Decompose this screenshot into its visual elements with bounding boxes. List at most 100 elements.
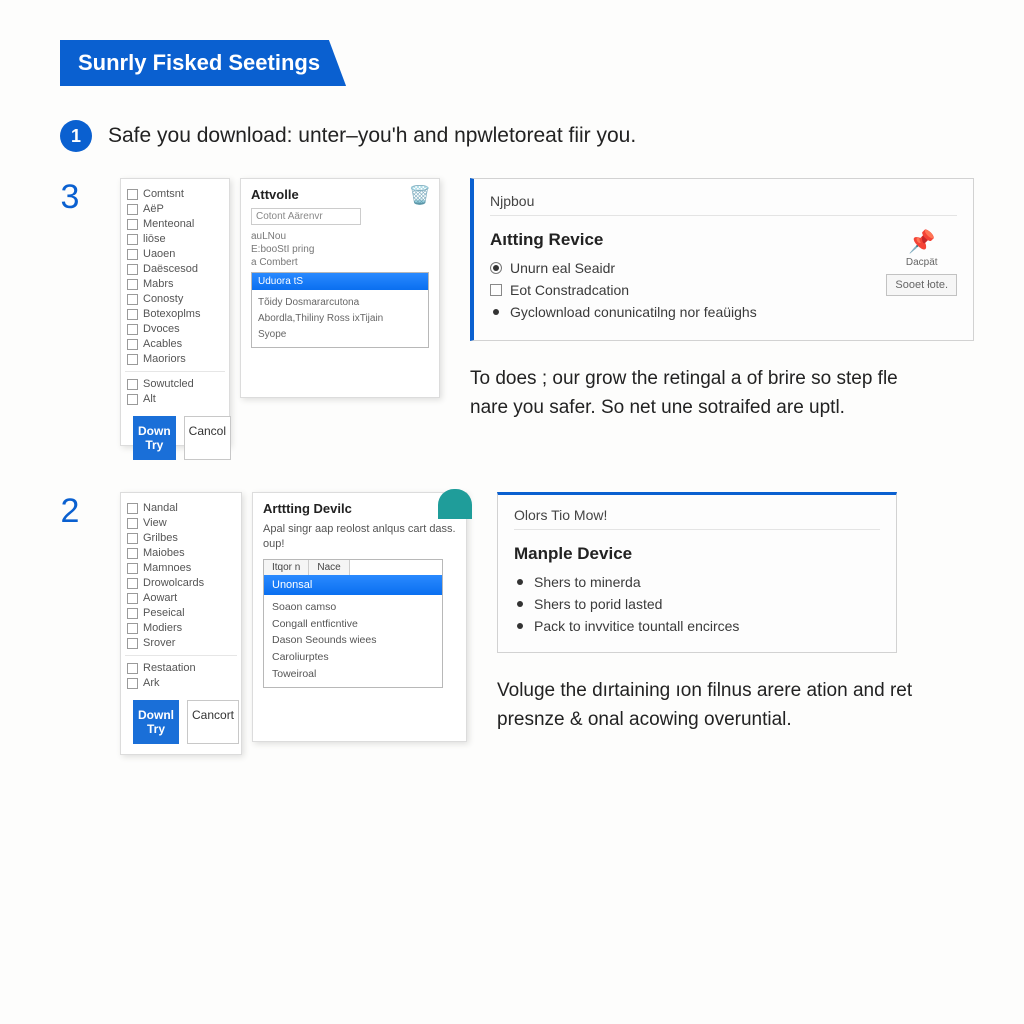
dialog3-sidebar: Comtsnt AëP Menteonal liōse Uaoen Daëscesod Ma… [120, 178, 230, 446]
pin-icon: 📌 [886, 229, 957, 255]
sidebar-item-label: Mabrs [143, 278, 174, 290]
radio-icon [490, 262, 502, 274]
step-3-block: 3 Comtsnt AëP Menteonal liōse Uaoen Daëscesod… [50, 178, 974, 446]
sidebar-item[interactable]: Modiers [127, 622, 235, 634]
option-label: Gyclownload conunicatilng nor feaüighs [510, 304, 757, 320]
sidebar-item[interactable]: Restaation [127, 662, 235, 674]
checkbox-icon [127, 294, 138, 305]
download-button[interactable]: Downl Try [133, 700, 179, 744]
callout-item: Shers to porid lasted [514, 596, 880, 612]
dropdown-option[interactable]: Congall entficntive [272, 616, 434, 633]
checkbox-icon [127, 219, 138, 230]
checkbox-icon [127, 663, 138, 674]
sidebar-item[interactable]: Aowart [127, 592, 235, 604]
sidebar-item-label: Acables [143, 338, 182, 350]
sidebar-item[interactable]: Botexoplms [127, 308, 223, 320]
step-1-row: 1 Safe you download: unter–you'h and npw… [50, 120, 974, 152]
sidebar-item[interactable]: Conosty [127, 293, 223, 305]
step-2-block: 2 Nandal View Grilbes Maiobes Mamnoes Drowolc… [50, 492, 974, 755]
checkbox-icon [127, 638, 138, 649]
sidebar-item[interactable]: Ark [127, 677, 235, 689]
callout-title: Manple Device [514, 544, 880, 564]
sidebar-item[interactable]: Drowolcards [127, 577, 235, 589]
sidebar-item-label: Daëscesod [143, 263, 198, 275]
sidebar-item[interactable]: Acables [127, 338, 223, 350]
option-label: Eot Constradcation [510, 282, 629, 298]
page-banner: Sunrly Fisked Seetings [60, 40, 346, 86]
sub-label: E:booStI pring [251, 244, 429, 255]
cancel-button[interactable]: Cancort [187, 700, 239, 744]
sidebar-item[interactable]: Nandal [127, 502, 235, 514]
sidebar-item[interactable]: Menteonal [127, 218, 223, 230]
dialog3-input[interactable]: Cotont Aärenvr [251, 208, 361, 225]
sidebar-item-label: liōse [143, 233, 166, 245]
side-button[interactable]: Sooet łote. [886, 274, 957, 296]
sidebar-item[interactable]: Peseical [127, 607, 235, 619]
sidebar-item[interactable]: Dvoces [127, 323, 223, 335]
dropdown-option[interactable]: Dason Seounds wiees [272, 632, 434, 649]
tab[interactable]: Nace [309, 560, 349, 575]
sidebar-item[interactable]: Comtsnt [127, 188, 223, 200]
dialog2-sidebar: Nandal View Grilbes Maiobes Mamnoes Drowolcar… [120, 492, 242, 755]
checkbox-icon [127, 548, 138, 559]
item-label: Shers to porid lasted [534, 596, 662, 612]
checkbox-icon [127, 204, 138, 215]
dropdown-option[interactable]: Abordla,Thiliny Ross ixTijain [258, 311, 422, 326]
dialog3-dropdown[interactable]: Uduora tS Tõidy DosmararcutonaAbordla,Th… [251, 272, 429, 348]
dropdown-option[interactable]: Soaon camso [272, 599, 434, 616]
step-3-number: 3 [50, 178, 90, 446]
sidebar-item-label: Drowolcards [143, 577, 204, 589]
dialog2-dropdown[interactable]: Itqor nNace Unonsal Soaon camsoCongall e… [263, 559, 443, 688]
sidebar-item[interactable]: Alt [127, 393, 223, 405]
bullet-icon [493, 309, 499, 315]
sidebar-item-label: AëP [143, 203, 164, 215]
checkbox-icon [127, 189, 138, 200]
sidebar-item-label: Peseical [143, 607, 185, 619]
sidebar-item[interactable]: Maoriors [127, 353, 223, 365]
checkbox-icon [127, 678, 138, 689]
checkbox-icon [127, 324, 138, 335]
sidebar-item[interactable]: Maiobes [127, 547, 235, 559]
callout-tab: Njpbou [490, 193, 957, 216]
sidebar-item[interactable]: Uaoen [127, 248, 223, 260]
dialog2-title: Arttting Devilc [263, 501, 456, 516]
dialog2-main: Arttting Devilc Apal singr aap reolost a… [252, 492, 467, 742]
dropdown-option[interactable]: Syope [258, 327, 422, 342]
sidebar-item[interactable]: Grilbes [127, 532, 235, 544]
sidebar-item[interactable]: Mamnoes [127, 562, 235, 574]
step-2-dialog: Nandal View Grilbes Maiobes Mamnoes Drowolcar… [120, 492, 467, 755]
sidebar-item-label: Srover [143, 637, 175, 649]
checkbox-icon [127, 518, 138, 529]
checkbox-icon [127, 533, 138, 544]
sidebar-item-label: Maiobes [143, 547, 185, 559]
sidebar-item[interactable]: View [127, 517, 235, 529]
sidebar-item[interactable]: liōse [127, 233, 223, 245]
checkbox-icon [127, 608, 138, 619]
item-label: Shers to minerda [534, 574, 641, 590]
checkbox-icon [127, 578, 138, 589]
step-2-number: 2 [50, 492, 90, 755]
dropdown-selected: Unonsal [264, 575, 442, 595]
step-3-paragraph: To does ; our grow the retingal a of bri… [470, 365, 940, 422]
sidebar-item-label: Modiers [143, 622, 182, 634]
step-1-number: 1 [60, 120, 92, 152]
step-2-paragraph: Voluge the dırtaining ıon filnus arere a… [497, 677, 967, 734]
sidebar-item[interactable]: Sowutcled [127, 378, 223, 390]
checkbox-icon [127, 309, 138, 320]
dropdown-option[interactable]: Caroliurptes [272, 649, 434, 666]
item-label: Pack to invvitice tountall encirces [534, 618, 739, 634]
sidebar-item-label: Nandal [143, 502, 178, 514]
sidebar-item[interactable]: Mabrs [127, 278, 223, 290]
checkbox-icon [127, 339, 138, 350]
bullet-icon [517, 623, 523, 629]
dropdown-option[interactable]: Tõidy Dosmararcutona [258, 295, 422, 310]
tab[interactable]: Itqor n [264, 560, 309, 575]
sidebar-item[interactable]: Srover [127, 637, 235, 649]
callout-option[interactable]: Gyclownload conunicatilng nor feaüighs [490, 304, 957, 320]
download-button[interactable]: Down Try [133, 416, 176, 460]
sidebar-item-label: Botexoplms [143, 308, 200, 320]
sidebar-item[interactable]: Daëscesod [127, 263, 223, 275]
sidebar-item[interactable]: AëP [127, 203, 223, 215]
cancel-button[interactable]: Cancol [184, 416, 231, 460]
dropdown-option[interactable]: Toweiroal [272, 666, 434, 683]
